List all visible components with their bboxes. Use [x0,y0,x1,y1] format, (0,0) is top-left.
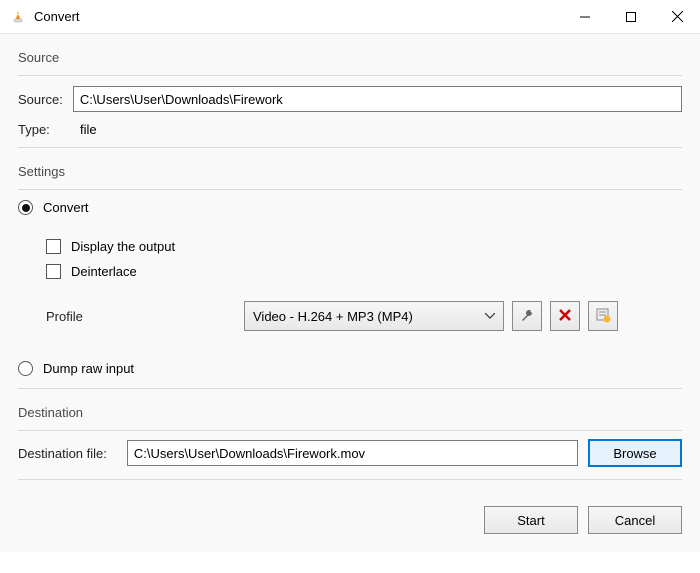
dump-raw-label: Dump raw input [43,361,134,376]
divider [18,388,682,389]
divider [18,75,682,76]
type-value: file [80,122,97,137]
divider [18,430,682,431]
titlebar: Convert [0,0,700,34]
maximize-button[interactable] [608,0,654,34]
start-button[interactable]: Start [484,506,578,534]
profile-combobox[interactable]: Video - H.264 + MP3 (MP4) [244,301,504,331]
browse-button-label: Browse [613,446,656,461]
source-group: Source Source: Type: file [18,50,682,158]
display-output-checkbox[interactable]: Display the output [46,239,682,254]
checkbox-icon [46,264,61,279]
deinterlace-label: Deinterlace [71,264,137,279]
checkbox-icon [46,239,61,254]
minimize-button[interactable] [562,0,608,34]
divider [18,147,682,148]
edit-profile-button[interactable] [512,301,542,331]
source-label: Source: [18,92,63,107]
browse-button[interactable]: Browse [588,439,682,467]
source-input[interactable] [73,86,682,112]
display-output-label: Display the output [71,239,175,254]
source-legend: Source [18,50,682,67]
window-title: Convert [34,9,562,24]
delete-x-icon [558,308,572,325]
divider [18,479,682,480]
chevron-down-icon [485,313,495,319]
settings-group: Settings Convert Display the output Dein… [18,164,682,399]
destination-legend: Destination [18,405,682,422]
client-area: Source Source: Type: file Settings Conve… [0,34,700,552]
footer: Start Cancel [18,506,682,534]
divider [18,189,682,190]
new-profile-icon [595,307,611,326]
app-icon [10,9,26,25]
deinterlace-checkbox[interactable]: Deinterlace [46,264,682,279]
type-label: Type: [18,122,70,137]
profile-value: Video - H.264 + MP3 (MP4) [253,309,413,324]
destination-input[interactable] [127,440,578,466]
dump-raw-radio[interactable]: Dump raw input [18,361,682,376]
radio-icon [18,200,33,215]
cancel-button-label: Cancel [615,513,655,528]
close-button[interactable] [654,0,700,34]
radio-icon [18,361,33,376]
new-profile-button[interactable] [588,301,618,331]
start-button-label: Start [517,513,544,528]
destination-group: Destination Destination file: Browse [18,405,682,490]
destination-label: Destination file: [18,446,107,461]
wrench-icon [519,307,535,326]
settings-legend: Settings [18,164,682,181]
delete-profile-button[interactable] [550,301,580,331]
convert-radio[interactable]: Convert [18,200,682,215]
profile-label: Profile [46,309,236,324]
cancel-button[interactable]: Cancel [588,506,682,534]
convert-radio-label: Convert [43,200,89,215]
